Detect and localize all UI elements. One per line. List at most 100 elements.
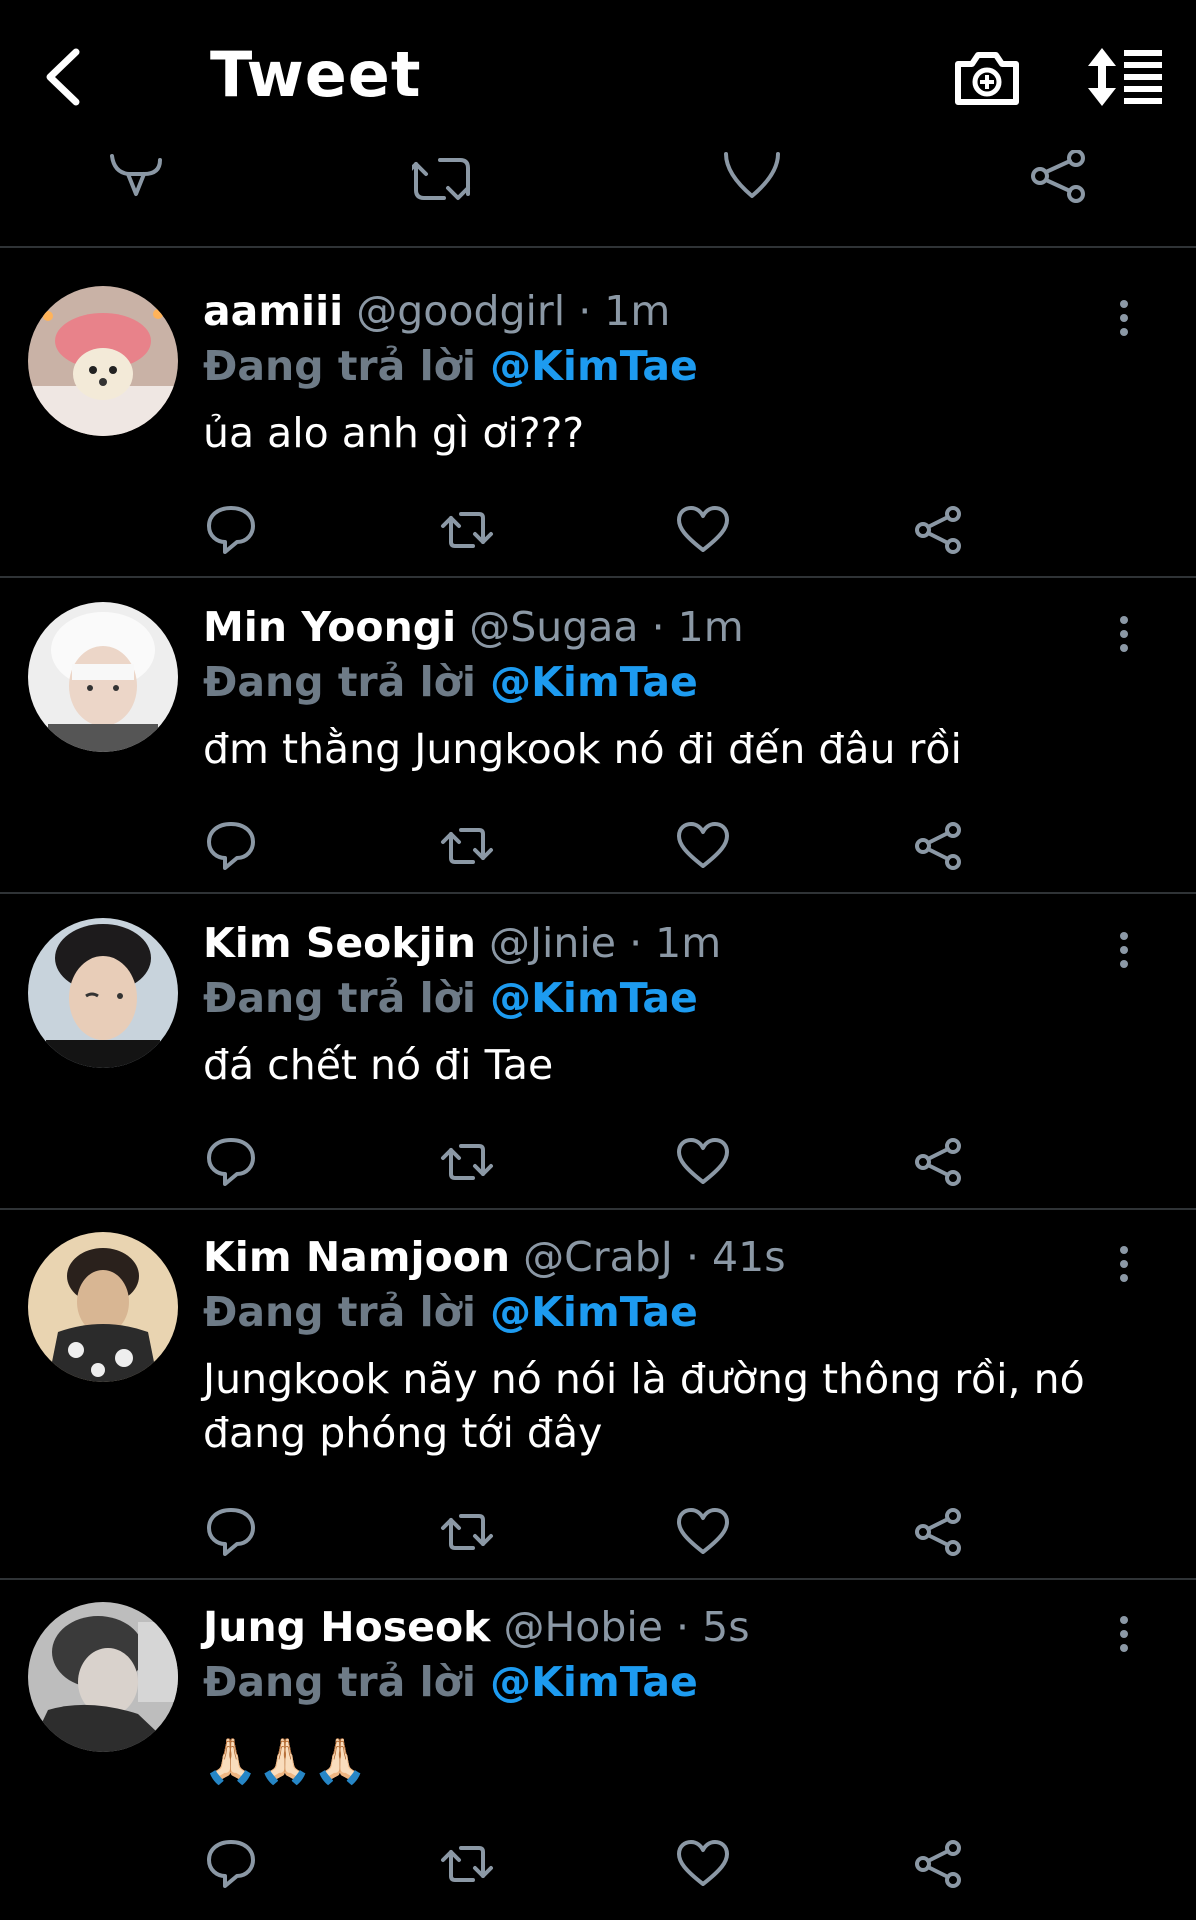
retweet-button[interactable]: [439, 1836, 495, 1892]
timestamp[interactable]: 41s: [712, 1233, 786, 1281]
display-name[interactable]: Min Yoongi: [203, 603, 456, 651]
retweet-button[interactable]: [439, 818, 495, 874]
reply-item[interactable]: aamiii @goodgirl · 1m Đang trả lời @KimT…: [0, 248, 1196, 578]
avatar[interactable]: [28, 1232, 178, 1382]
replying-to-label: Đang trả lời: [203, 658, 476, 706]
reply-text: đá chết nó đi Tae: [203, 1041, 554, 1089]
timestamp[interactable]: 1m: [655, 919, 721, 967]
reply-item[interactable]: Min Yoongi @Sugaa · 1m Đang trả lời @Kim…: [0, 578, 1196, 894]
mention-link[interactable]: @KimTae: [490, 658, 698, 706]
user-handle[interactable]: @goodgirl: [356, 287, 565, 335]
share-button[interactable]: [911, 1134, 967, 1190]
retweet-icon: [441, 1514, 493, 1550]
timestamp[interactable]: 1m: [604, 287, 670, 335]
page-title: Tweet: [210, 38, 422, 111]
retweet-icon: [441, 1144, 493, 1180]
more-options-button[interactable]: [1114, 298, 1134, 338]
separator-dot: ·: [578, 287, 592, 335]
reply-actions: [203, 818, 1003, 874]
display-name[interactable]: Kim Seokjin: [203, 919, 476, 967]
camera-button[interactable]: [952, 44, 1022, 110]
timestamp[interactable]: 1m: [678, 603, 744, 651]
share-button[interactable]: [911, 818, 967, 874]
avatar-image: [28, 602, 178, 752]
share-icon: [915, 1508, 961, 1556]
more-icon: [1120, 1616, 1128, 1652]
mention-link[interactable]: @KimTae: [490, 1658, 698, 1706]
display-name[interactable]: aamiii: [203, 287, 343, 335]
retweet-icon: [441, 1846, 493, 1882]
like-button[interactable]: [675, 1134, 731, 1190]
user-handle[interactable]: @Hobie: [503, 1603, 663, 1651]
share-icon: [915, 822, 961, 870]
reply-icon: [207, 1840, 255, 1888]
mention-link[interactable]: @KimTae: [490, 342, 698, 390]
more-options-button[interactable]: [1114, 614, 1134, 654]
mention-link[interactable]: @KimTae: [490, 1288, 698, 1336]
reply-item[interactable]: Kim Namjoon @CrabJ · 41s Đang trả lời @K…: [0, 1210, 1196, 1580]
separator-dot: ·: [651, 603, 665, 651]
reply-item[interactable]: Jung Hoseok @Hobie · 5s Đang trả lời @Ki…: [0, 1580, 1196, 1920]
retweet-button[interactable]: [439, 502, 495, 558]
user-handle[interactable]: @Jinie: [489, 919, 616, 967]
retweet-button[interactable]: [439, 1134, 495, 1190]
user-handle[interactable]: @Sugaa: [469, 603, 638, 651]
reply-button[interactable]: [203, 502, 259, 558]
reply-icon: [207, 1138, 255, 1186]
mention-link[interactable]: @KimTae: [490, 974, 698, 1022]
like-button[interactable]: [675, 1504, 731, 1560]
share-button[interactable]: [911, 1504, 967, 1560]
display-name[interactable]: Kim Namjoon: [203, 1233, 510, 1281]
replying-to-line: Đang trả lời @KimTae: [203, 654, 1156, 710]
avatar[interactable]: [28, 602, 178, 752]
more-icon: [1120, 300, 1128, 336]
reply-button[interactable]: [203, 1134, 259, 1190]
more-options-button[interactable]: [1114, 1244, 1134, 1284]
like-button[interactable]: [722, 150, 782, 210]
reply-actions: [203, 1836, 1003, 1892]
reply-actions: [203, 502, 1003, 558]
replying-to-line: Đang trả lời @KimTae: [203, 1654, 1156, 1710]
separator-dot: ·: [676, 1603, 690, 1651]
avatar[interactable]: [28, 286, 178, 436]
retweet-icon: [404, 158, 470, 200]
sort-button[interactable]: [1088, 46, 1164, 108]
top-app-bar: Tweet: [0, 0, 1196, 160]
reply-text: ủa alo anh gì ơi???: [203, 409, 585, 457]
reply-button[interactable]: [203, 1836, 259, 1892]
reply-icon: [110, 154, 162, 196]
user-handle[interactable]: @CrabJ: [523, 1233, 673, 1281]
separator-dot: ·: [685, 1233, 699, 1281]
more-options-button[interactable]: [1114, 930, 1134, 970]
reply-text: Jungkook nãy nó nói là đường thông rồi, …: [203, 1355, 1085, 1457]
reply-button[interactable]: [203, 1504, 259, 1560]
like-button[interactable]: [675, 1836, 731, 1892]
retweet-button[interactable]: [439, 1504, 495, 1560]
like-button[interactable]: [675, 818, 731, 874]
like-button[interactable]: [675, 502, 731, 558]
back-button[interactable]: [38, 42, 98, 112]
avatar[interactable]: [28, 1602, 178, 1752]
reply-actions: [203, 1504, 1003, 1560]
reply-icon: [207, 506, 255, 554]
like-icon: [677, 1840, 729, 1886]
display-name[interactable]: Jung Hoseok: [203, 1603, 490, 1651]
share-button[interactable]: [911, 1836, 967, 1892]
avatar[interactable]: [28, 918, 178, 1068]
reply-item[interactable]: Kim Seokjin @Jinie · 1m Đang trả lời @Ki…: [0, 894, 1196, 1210]
avatar-image: [28, 1232, 178, 1382]
more-icon: [1120, 932, 1128, 968]
timestamp[interactable]: 5s: [702, 1603, 749, 1651]
reply-text: đm thằng Jungkook nó đi đến đâu rồi: [203, 725, 962, 773]
reply-actions: [203, 1134, 1003, 1190]
like-icon: [677, 1138, 729, 1184]
retweet-icon: [441, 512, 493, 548]
reply-button[interactable]: [203, 818, 259, 874]
more-options-button[interactable]: [1114, 1614, 1134, 1654]
camera-icon: [955, 52, 1019, 105]
share-button[interactable]: [911, 502, 967, 558]
share-button[interactable]: [1030, 149, 1090, 210]
reply-button[interactable]: [106, 150, 166, 210]
retweet-button[interactable]: [404, 150, 472, 210]
avatar-image: [28, 286, 178, 436]
